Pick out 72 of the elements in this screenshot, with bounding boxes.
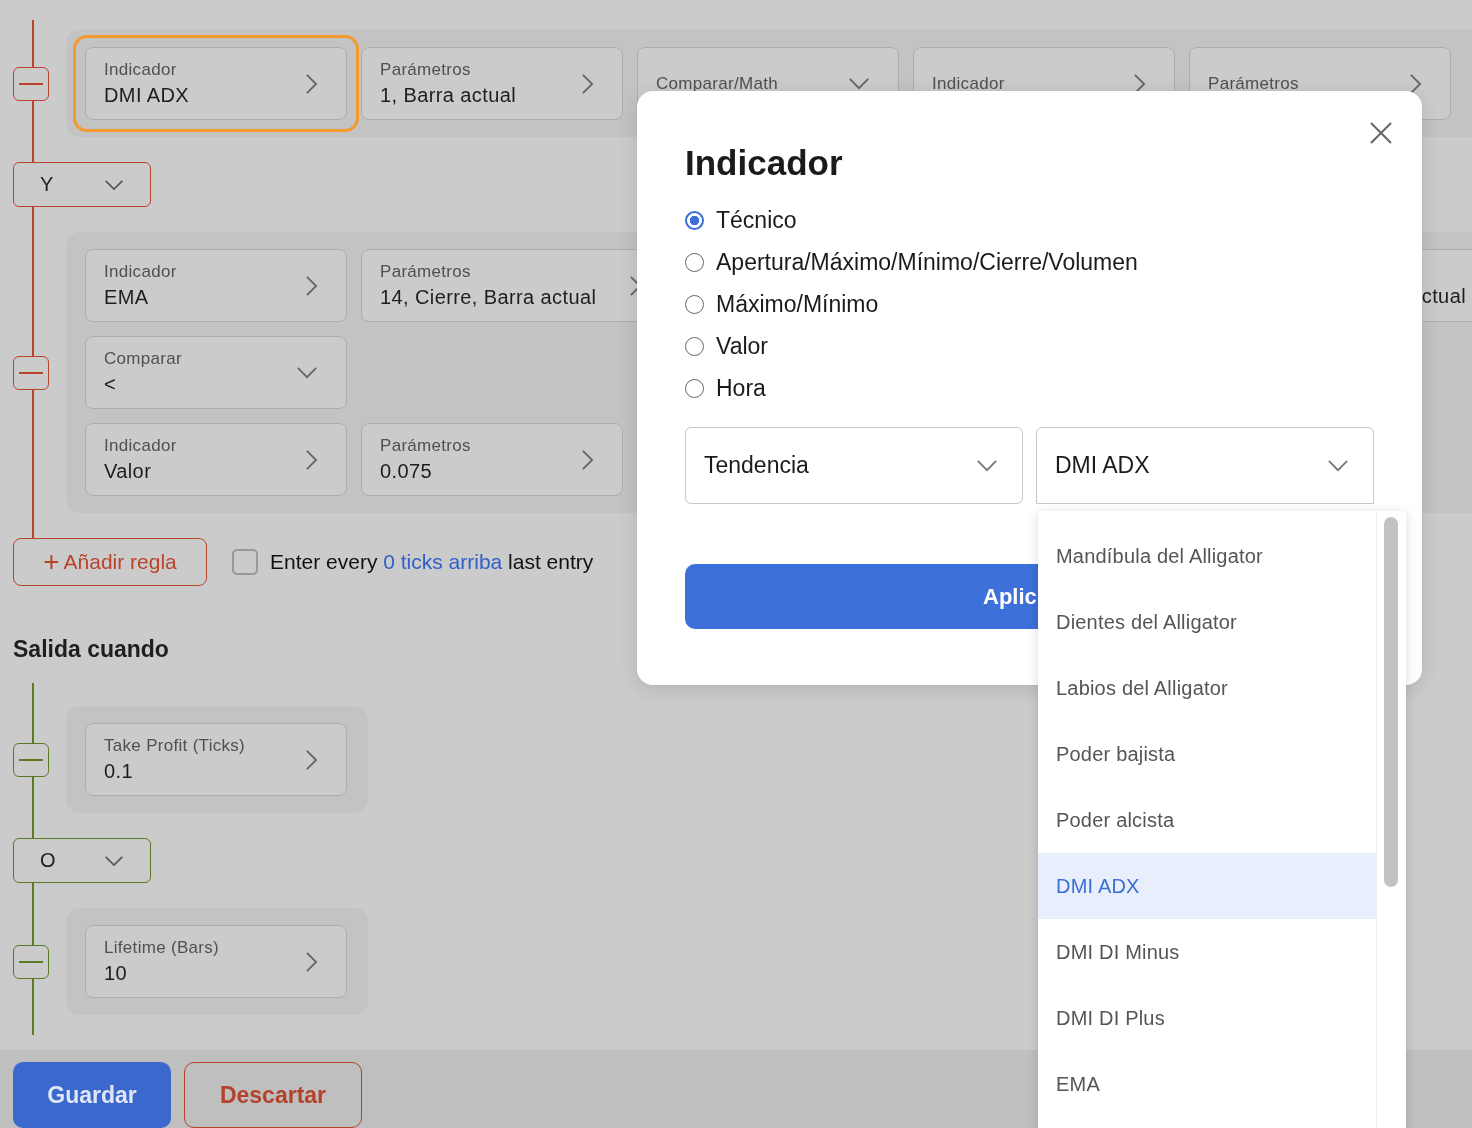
- option-text: Enter every 0 ticks arriba last entry: [270, 550, 594, 574]
- card-label: Parámetros: [380, 262, 472, 282]
- chevron-down-icon: [104, 178, 124, 191]
- menu-item[interactable]: Poder alcista: [1038, 787, 1376, 853]
- condition-card[interactable]: Take Profit (Ticks) 0.1: [85, 723, 347, 796]
- menu-item[interactable]: DMI DI Plus: [1038, 985, 1376, 1051]
- radio-option[interactable]: Apertura/Máximo/Mínimo/Cierre/Volumen: [685, 247, 1374, 277]
- card-value: Valor: [104, 460, 153, 483]
- remove-button[interactable]: [13, 355, 49, 390]
- card-value: <: [104, 373, 118, 396]
- chevron-down-icon: [296, 366, 318, 379]
- chevron-down-icon: [976, 459, 998, 472]
- card-label: Indicador: [104, 262, 178, 282]
- condition-card[interactable]: Indicador Valor: [85, 423, 347, 496]
- chevron-right-icon: [305, 448, 318, 471]
- logic-dropdown[interactable]: O: [13, 838, 151, 883]
- card-label: Indicador: [104, 60, 178, 80]
- ticks-link[interactable]: 0 ticks arriba: [383, 550, 503, 573]
- condition-card[interactable]: Parámetros 0.075: [361, 423, 623, 496]
- remove-button[interactable]: [13, 944, 49, 979]
- card-value: ctual: [1421, 285, 1466, 308]
- menu-item[interactable]: DMI ADX: [1038, 853, 1376, 919]
- card-label: Take Profit (Ticks): [104, 736, 247, 756]
- chevron-right-icon: [305, 274, 318, 297]
- chevron-right-icon: [581, 72, 594, 95]
- dialog-title: Indicador: [685, 143, 844, 183]
- chevron-right-icon: [305, 748, 318, 771]
- condition-card[interactable]: Lifetime (Bars) 10: [85, 925, 347, 998]
- menu-item[interactable]: EMA: [1038, 1051, 1376, 1117]
- chevron-right-icon: [581, 448, 594, 471]
- select-field[interactable]: DMI ADX: [1036, 427, 1374, 504]
- card-label: Parámetros: [1208, 73, 1300, 94]
- chevron-down-icon: [848, 77, 870, 90]
- card-value: 0.075: [380, 460, 434, 483]
- card-label: Parámetros: [380, 436, 472, 456]
- chevron-down-icon: [1327, 459, 1349, 472]
- radio-option[interactable]: Hora: [685, 373, 1374, 403]
- remove-button[interactable]: [13, 742, 49, 777]
- card-value: EMA: [104, 286, 150, 309]
- chevron-right-icon: [1409, 72, 1422, 95]
- chevron-down-icon: [104, 854, 124, 867]
- close-icon[interactable]: [1369, 121, 1393, 145]
- chevron-right-icon: [305, 950, 318, 973]
- card-label: Comparar: [104, 349, 183, 369]
- card-value: DMI ADX: [104, 84, 191, 107]
- card-label: Indicador: [932, 73, 1006, 94]
- save-button[interactable]: Guardar: [13, 1062, 171, 1128]
- card-label: Comparar/Math: [656, 73, 779, 94]
- condition-card[interactable]: Comparar <: [85, 336, 347, 409]
- radio-option[interactable]: Valor: [685, 331, 1374, 361]
- section-heading: Salida cuando: [13, 636, 170, 663]
- checkbox[interactable]: [232, 549, 258, 575]
- chevron-right-icon: [305, 72, 318, 95]
- select-field[interactable]: Tendencia: [685, 427, 1023, 504]
- condition-card[interactable]: Parámetros 1, Barra actual: [361, 47, 623, 120]
- scrollbar-thumb[interactable]: [1384, 517, 1398, 887]
- card-value: 14, Cierre, Barra actual: [380, 286, 598, 309]
- menu-item[interactable]: Labios del Alligator: [1038, 655, 1376, 721]
- card-value: 1, Barra actual: [380, 84, 518, 107]
- card-label: Indicador: [104, 436, 178, 456]
- card-label: Lifetime (Bars): [104, 938, 221, 958]
- card-label: Parámetros: [380, 60, 472, 80]
- menu-item[interactable]: DMI DI Minus: [1038, 919, 1376, 985]
- condition-card[interactable]: Indicador EMA: [85, 249, 347, 322]
- radio-option[interactable]: Técnico: [685, 205, 1374, 235]
- condition-card[interactable]: Indicador DMI ADX: [85, 47, 347, 120]
- radio-option[interactable]: Máximo/Mínimo: [685, 289, 1374, 319]
- logic-dropdown[interactable]: Y: [13, 162, 151, 207]
- menu-item[interactable]: Poder bajista: [1038, 721, 1376, 787]
- card-value: 0.1: [104, 760, 134, 783]
- card-value: 10: [104, 962, 129, 985]
- remove-button[interactable]: [13, 66, 49, 101]
